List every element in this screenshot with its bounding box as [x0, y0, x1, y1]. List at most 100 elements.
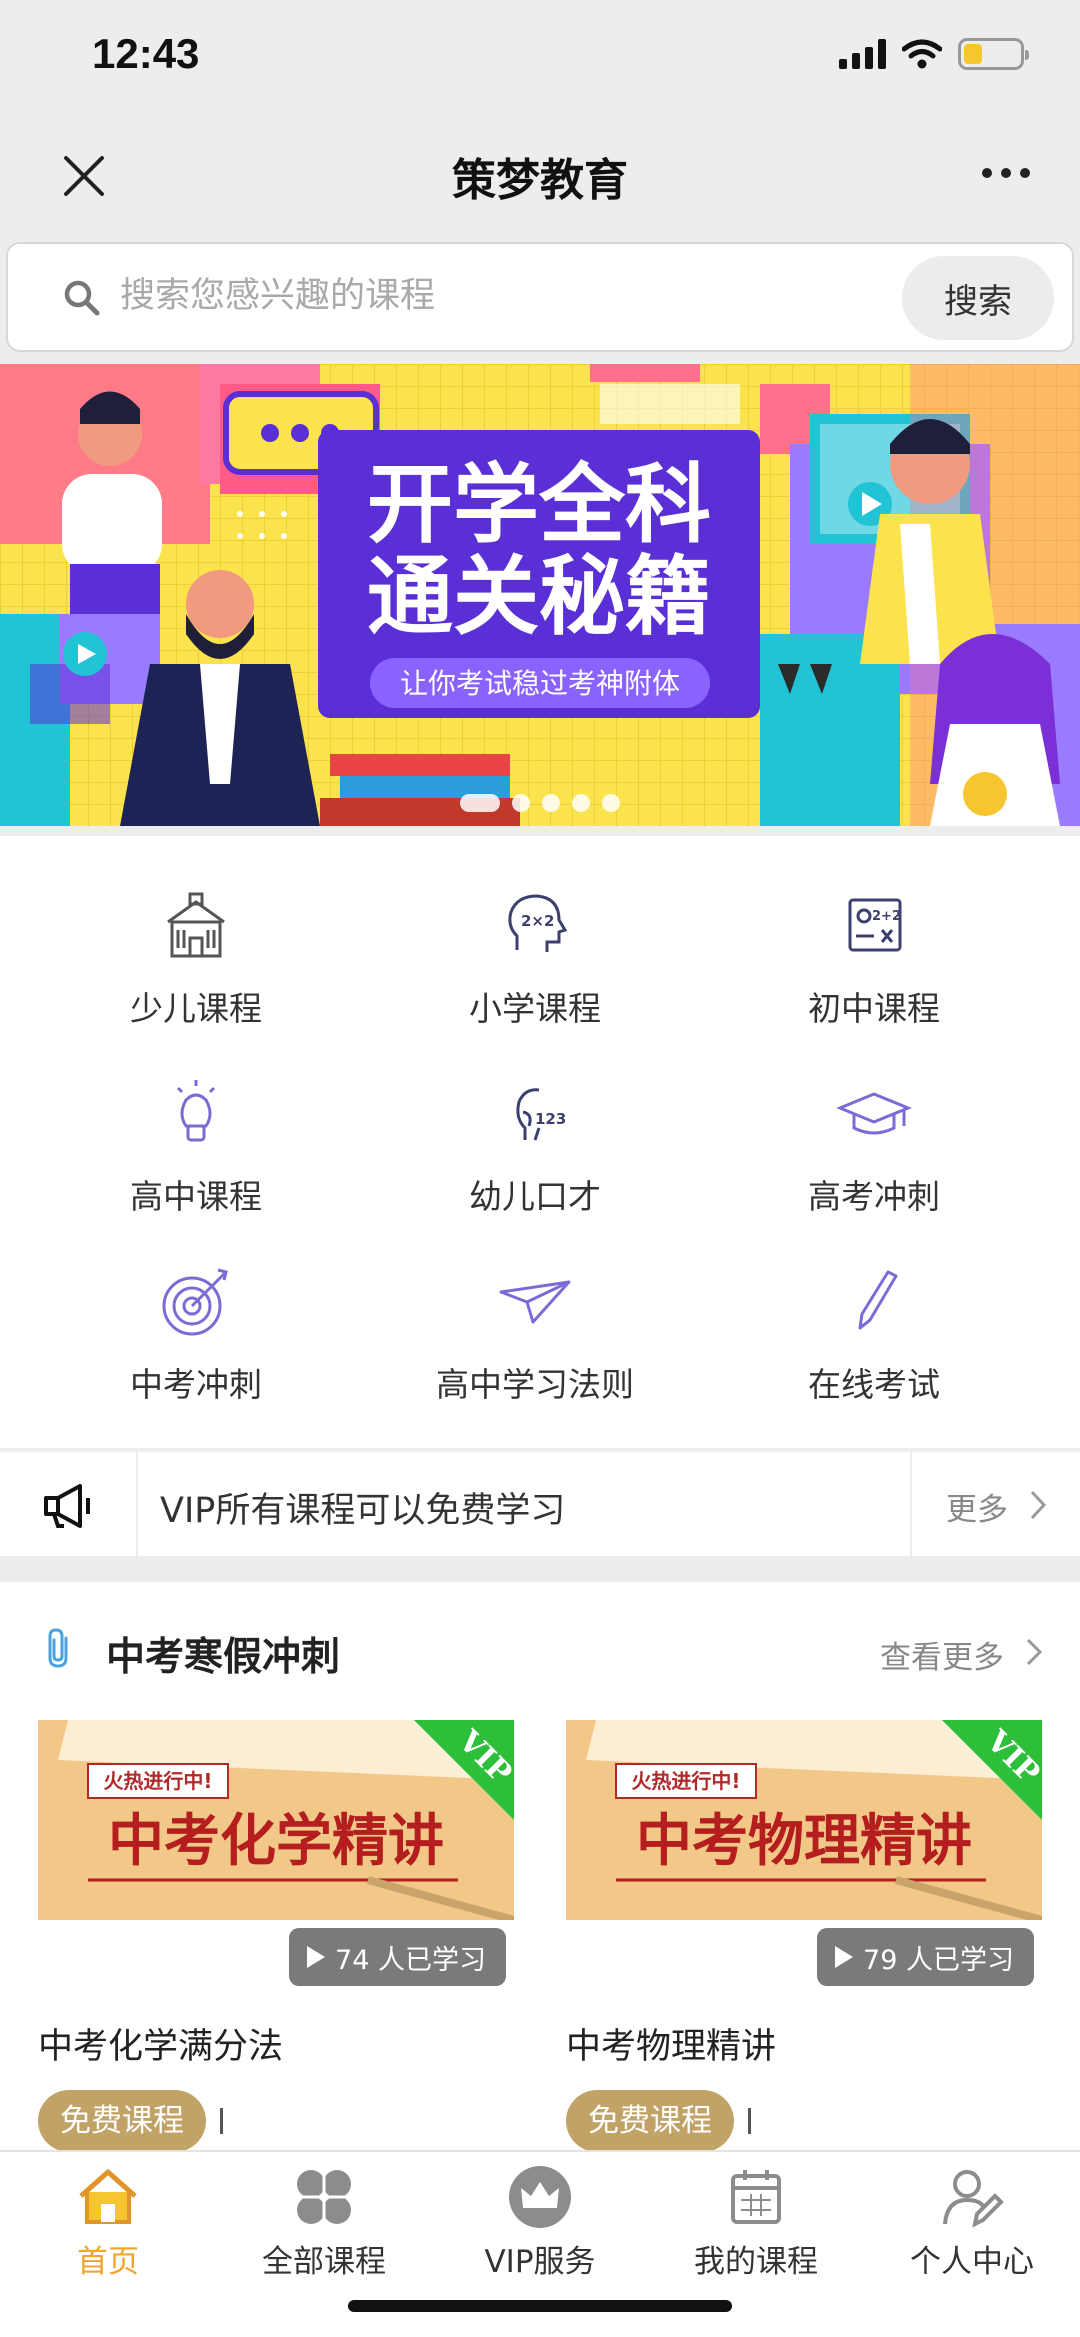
tab-label: 我的课程 — [694, 2244, 818, 2280]
chevron-right-icon — [1030, 1490, 1047, 1520]
course-thumbnail: VIP 火热进行中! 中考化学精讲 — [38, 1720, 514, 1920]
head-math-icon: 2×2 — [508, 894, 568, 952]
tab-profile[interactable]: 个人中心 — [864, 2164, 1080, 2294]
home-icon — [79, 2169, 137, 2224]
learner-count: 74 人已学习 — [335, 1944, 486, 1976]
category-item[interactable]: 2+2 初中课程 — [724, 886, 1024, 1056]
banner-title-line2: 通关秘籍 — [367, 547, 711, 647]
category-label: 小学课程 — [469, 989, 601, 1028]
banner-dot[interactable] — [602, 794, 620, 812]
category-item[interactable]: 123 幼儿口才 — [385, 1074, 685, 1244]
search-bar: 搜索 — [6, 242, 1074, 352]
graduation-cap-icon — [836, 1092, 912, 1135]
search-button[interactable]: 搜索 — [902, 256, 1054, 340]
svg-text:2×2: 2×2 — [521, 912, 554, 930]
divider — [220, 2108, 223, 2134]
section-more-link[interactable]: 查看更多 — [880, 1632, 1004, 1677]
learner-count: 79 人已学习 — [863, 1944, 1014, 1976]
pen-icon — [858, 1270, 898, 1330]
promo-banner[interactable]: 开学全科 通关秘籍 让你考试稳过考神附体 — [0, 364, 1080, 826]
learner-count-badge: 74 人已学习 — [289, 1928, 506, 1986]
tab-vip[interactable]: VIP服务 — [432, 2164, 648, 2294]
speaking-head-icon: 123 — [516, 1088, 566, 1141]
category-item[interactable]: 在线考试 — [724, 1262, 1024, 1432]
search-icon — [64, 280, 100, 316]
banner-dot[interactable] — [542, 794, 560, 812]
category-label: 高中课程 — [130, 1177, 262, 1216]
divider — [748, 2108, 751, 2134]
banner-illustration: 开学全科 通关秘籍 让你考试稳过考神附体 — [0, 364, 1080, 826]
lightbulb-icon — [176, 1080, 216, 1142]
thumb-tag: 火热进行中! — [631, 1769, 740, 1793]
battery-icon — [958, 38, 1029, 70]
tab-my-courses[interactable]: 我的课程 — [648, 2164, 864, 2294]
page-title: 策梦教育 — [452, 155, 628, 206]
thumb-tag: 火热进行中! — [103, 1769, 212, 1793]
banner-dot[interactable] — [460, 794, 500, 812]
wifi-icon — [902, 39, 942, 69]
paper-plane-icon — [499, 1280, 571, 1324]
signal-icon — [839, 39, 886, 69]
tab-home[interactable]: 首页 — [0, 2164, 216, 2294]
course-name: 中考物理精讲 — [566, 2027, 777, 2067]
banner-pagination[interactable] — [0, 794, 1080, 812]
chevron-right-icon — [1026, 1638, 1043, 1666]
calendar-icon — [731, 2170, 781, 2224]
category-item[interactable]: 少儿课程 — [46, 886, 346, 1056]
category-label: 少儿课程 — [130, 989, 262, 1028]
course-name: 中考化学满分法 — [38, 2027, 284, 2067]
category-label: 高考冲刺 — [808, 1177, 940, 1216]
free-course-tag: 免费课程 — [38, 2090, 206, 2152]
thumb-title: 中考化学精讲 — [108, 1809, 444, 1874]
course-section: 中考寒假冲刺 查看更多 VIP 火热进行中! 中考化学精讲 74 人已学习 中考… — [0, 1582, 1080, 2152]
category-item[interactable]: 高考冲刺 — [724, 1074, 1024, 1244]
user-edit-icon — [943, 2170, 1004, 2228]
svg-text:2+2: 2+2 — [872, 909, 901, 924]
category-item[interactable]: 高中学习法则 — [385, 1262, 685, 1432]
category-grid: 少儿课程 2×2 小学课程 2+2 初中课程 高中课程 123 幼儿口才 高考冲… — [0, 836, 1080, 1448]
school-building-icon — [167, 892, 225, 958]
category-label: 中考冲刺 — [130, 1365, 262, 1404]
free-course-tag: 免费课程 — [566, 2090, 734, 2152]
banner-title-line1: 开学全科 — [367, 455, 711, 555]
category-label: 初中课程 — [808, 989, 940, 1028]
tab-label: 全部课程 — [262, 2244, 386, 2280]
play-icon — [307, 1946, 326, 1968]
learner-count-badge: 79 人已学习 — [817, 1928, 1034, 1986]
paperclip-icon — [48, 1628, 68, 1668]
clover-grid-icon — [297, 2170, 351, 2224]
home-indicator — [348, 2300, 732, 2312]
tab-label: VIP服务 — [484, 2244, 596, 2280]
tab-label: 首页 — [77, 2244, 139, 2280]
category-item[interactable]: 高中课程 — [46, 1074, 346, 1244]
banner-subtitle: 让你考试稳过考神附体 — [400, 667, 680, 700]
tab-all-courses[interactable]: 全部课程 — [216, 2164, 432, 2294]
banner-dot[interactable] — [572, 794, 590, 812]
section-title: 中考寒假冲刺 — [106, 1635, 341, 1680]
play-icon — [835, 1946, 854, 1968]
category-item[interactable]: 中考冲刺 — [46, 1262, 346, 1432]
notice-more-link[interactable]: 更多 — [946, 1484, 1008, 1529]
category-label: 在线考试 — [808, 1365, 940, 1404]
category-item[interactable]: 2×2 小学课程 — [385, 886, 685, 1056]
tab-label: 个人中心 — [910, 2244, 1034, 2280]
category-label: 幼儿口才 — [469, 1177, 601, 1216]
category-label: 高中学习法则 — [436, 1365, 634, 1404]
course-card[interactable]: VIP 火热进行中! 中考物理精讲 79 人已学习 中考物理精讲 免费课程 — [566, 1720, 1042, 2152]
course-card[interactable]: VIP 火热进行中! 中考化学精讲 74 人已学习 中考化学满分法 免费课程 — [38, 1720, 514, 2152]
divider — [910, 1452, 912, 1558]
notice-bar[interactable]: VIP所有课程可以免费学习 更多 — [0, 1450, 1080, 1558]
status-time: 12:43 — [92, 30, 200, 77]
svg-text:123: 123 — [535, 1110, 566, 1128]
thumb-title: 中考物理精讲 — [636, 1809, 972, 1874]
divider — [136, 1452, 138, 1558]
megaphone-icon — [44, 1484, 90, 1528]
status-bar: 12:43 — [0, 0, 1080, 118]
search-input[interactable] — [120, 266, 880, 326]
nav-bar: 策梦教育 — [0, 118, 1080, 236]
target-icon — [162, 1268, 228, 1336]
status-icons — [839, 38, 1029, 70]
notice-text: VIP所有课程可以免费学习 — [160, 1491, 566, 1531]
more-icon[interactable] — [982, 168, 1030, 178]
banner-dot[interactable] — [512, 794, 530, 812]
